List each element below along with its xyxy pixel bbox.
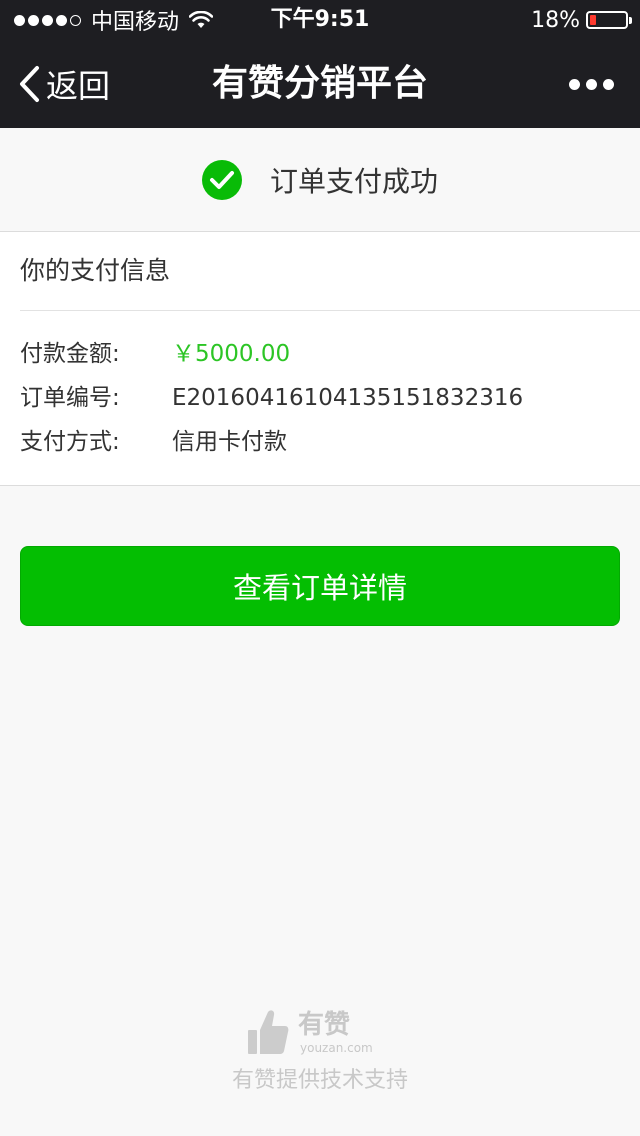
check-circle-icon bbox=[201, 159, 242, 200]
thumbs-up-icon bbox=[246, 1008, 290, 1056]
back-label: 返回 bbox=[46, 67, 111, 105]
payment-method-label: 支付方式: bbox=[20, 429, 120, 455]
battery-fill bbox=[590, 15, 596, 25]
payment-info-section: 你的支付信息 付款金额: ￥5000.00 订单编号: E20160416104… bbox=[0, 232, 640, 486]
view-order-details-button[interactable]: 查看订单详情 bbox=[20, 546, 620, 626]
logo-domain: youzan.com bbox=[300, 1041, 373, 1055]
amount-label: 付款金额: bbox=[20, 341, 120, 367]
screen: 中国移动 下午9:51 18% 返回 有赞分销平台 订单支付成功 你的支付信息 … bbox=[0, 0, 640, 1136]
status-bar: 中国移动 下午9:51 18% bbox=[0, 0, 640, 40]
battery-icon bbox=[586, 11, 632, 29]
status-right: 18% bbox=[531, 0, 632, 40]
more-dots-icon bbox=[563, 78, 614, 90]
amount-value: ￥5000.00 bbox=[172, 341, 291, 367]
battery-percent: 18% bbox=[531, 7, 580, 33]
youzan-logo: 有赞 youzan.com bbox=[246, 1000, 406, 1056]
powered-by-text: 有赞提供技术支持 bbox=[231, 1068, 408, 1093]
logo-name: 有赞 bbox=[298, 1010, 351, 1040]
payment-info-header: 你的支付信息 bbox=[20, 232, 640, 311]
order-number-value: E20160416104135151832316 bbox=[172, 385, 524, 411]
chevron-left-icon bbox=[18, 65, 40, 103]
success-message: 订单支付成功 bbox=[269, 164, 438, 198]
payment-method-value: 信用卡付款 bbox=[172, 429, 287, 455]
order-number-label: 订单编号: bbox=[20, 385, 120, 411]
info-row-amount: 付款金额: ￥5000.00 bbox=[20, 332, 620, 376]
nav-bar: 返回 有赞分销平台 bbox=[0, 40, 640, 128]
info-row-payment-method: 支付方式: 信用卡付款 bbox=[20, 420, 620, 464]
info-row-order-number: 订单编号: E20160416104135151832316 bbox=[20, 376, 620, 420]
success-banner: 订单支付成功 bbox=[0, 128, 640, 232]
more-button[interactable] bbox=[563, 40, 614, 128]
back-button[interactable]: 返回 bbox=[18, 40, 110, 128]
